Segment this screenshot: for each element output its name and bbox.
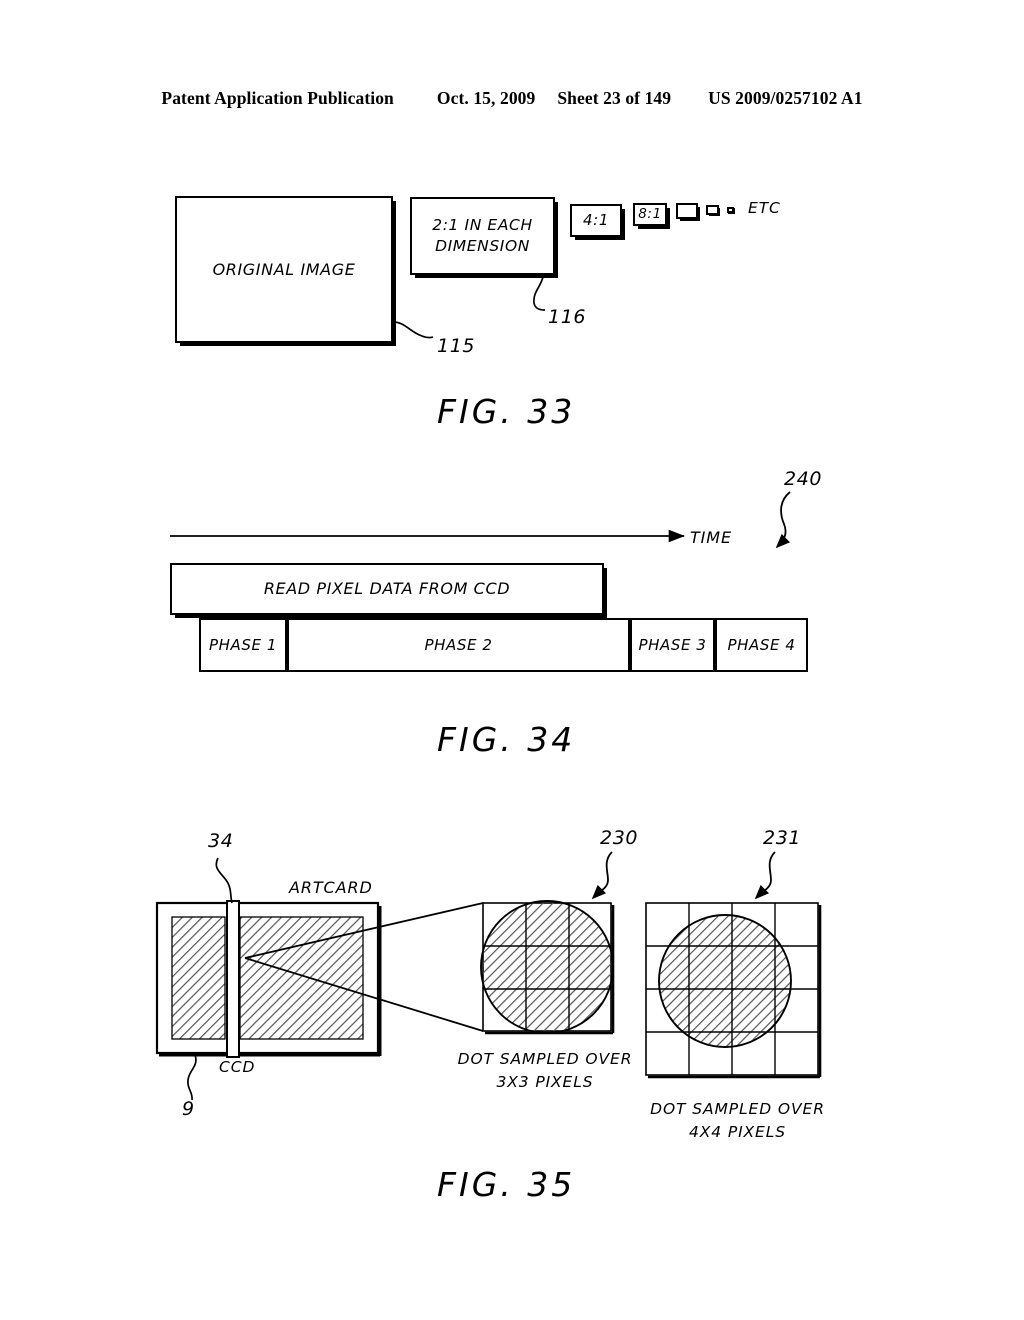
fig34-ref-240: 240 [784,468,823,490]
fig33-leader-116 [533,276,546,311]
fig35-ref-230: 230 [600,827,639,849]
fig33-original-image-label: ORIGINAL IMAGE [212,259,356,279]
fig35-ref-34: 34 [208,830,234,852]
fig33-leader-115 [392,321,434,339]
fig35-magnify-line-top [244,902,484,959]
fig34-phase-3-label: PHASE 3 [638,635,707,654]
fig34-caption: FIG. 34 [437,720,576,759]
page-header: Patent Application Publication Oct. 15, … [0,88,1024,109]
fig34-phase-4-box: PHASE 4 [715,618,808,672]
header-publication: Patent Application Publication [161,88,394,108]
fig33-original-image-box: ORIGINAL IMAGE [175,196,393,343]
fig35-ccd-label: CCD [219,1058,256,1076]
fig35-artcard-label: ARTCARD [289,878,373,897]
fig35-ref-9: 9 [182,1098,195,1120]
fig35-grid4-caption-line2: 4X4 PIXELS [688,1123,787,1141]
fig33-reduction-label-line1: 2:1 IN EACH [432,216,533,235]
fig33-reduced-box-smaller [706,205,719,215]
fig35-leader-34 [215,857,233,904]
fig33-reduced-box-smallest [727,207,734,213]
fig33-reduced-box-small [676,203,698,219]
fig33-ratio-4to1-label: 4:1 [583,211,609,230]
fig35-artcard-hatch-right [239,916,364,1040]
fig35-dot-3x3 [480,900,614,1034]
fig34-phase-2-label: PHASE 2 [424,635,493,654]
fig34-phase-4-label: PHASE 4 [727,635,796,654]
fig34-leader-240 [775,491,791,549]
fig34-phase-3-box: PHASE 3 [630,618,715,672]
fig33-ratio-8to1-box: 8:1 [633,203,667,226]
fig35-grid3-caption-line2: 3X3 PIXELS [496,1073,594,1091]
fig34-phase-2-box: PHASE 2 [287,618,630,672]
fig35-caption: FIG. 35 [437,1165,576,1204]
fig35-ccd-strip [226,900,240,1058]
fig35-grid3-caption-line1: DOT SAMPLED OVER [457,1050,633,1068]
fig35-magnify-line-bottom [244,957,484,1032]
header-docnumber: US 2009/0257102 A1 [708,88,863,108]
fig33-caption: FIG. 33 [437,392,576,431]
header-date: Oct. 15, 2009 [436,88,536,108]
fig35-grid-4x4 [645,902,822,1079]
fig33-ref-115: 115 [437,335,476,357]
fig33-reduction-label-line2: DIMENSION [435,237,530,255]
fig35-leader-230 [591,851,613,900]
fig35-grid-3x3 [480,900,615,1035]
fig35-artcard-hatch-left [171,916,226,1040]
fig33-ratio-8to1-label: 8:1 [638,206,662,223]
fig35-artcard-outer-frame [155,901,380,1055]
fig33-reduction-box: 2:1 IN EACH DIMENSION [410,197,555,275]
fig35-leader-231 [754,851,776,900]
fig33-etc-label: ETC [748,199,781,217]
fig35-ref-231: 231 [763,827,802,849]
fig33-ref-116: 116 [548,306,587,328]
fig33-ratio-4to1-box: 4:1 [570,204,622,237]
fig35-dot-4x4 [658,914,792,1048]
fig35-leader-9 [187,1054,197,1101]
fig35-grid4-caption-line1: DOT SAMPLED OVER [650,1100,825,1118]
fig34-read-pixel-bar: READ PIXEL DATA FROM CCD [170,563,604,615]
fig34-read-pixel-label: READ PIXEL DATA FROM CCD [263,579,511,599]
fig34-time-label: TIME [690,528,733,547]
fig34-phase-1-label: PHASE 1 [208,635,278,654]
header-sheet: Sheet 23 of 149 [557,88,672,108]
fig34-phase-1-box: PHASE 1 [199,618,287,672]
